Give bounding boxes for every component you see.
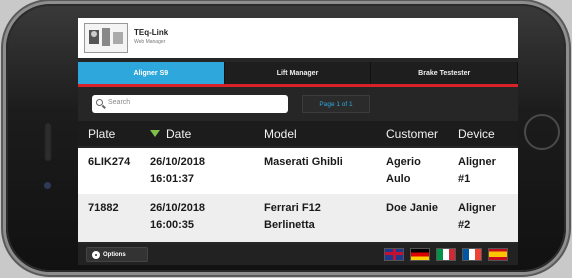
tab-bar: Aligner S9 Lift Manager Brake Testester xyxy=(78,62,518,84)
flag-de-icon[interactable] xyxy=(410,248,430,261)
gear-icon xyxy=(93,251,99,258)
table-row[interactable]: 71882 26/10/2018 16:00:35 Ferrari F12 Be… xyxy=(78,194,518,242)
device-value: Aligner xyxy=(458,156,496,168)
customer-cell: Doe Janie xyxy=(386,200,438,217)
app-name: TEq-Link xyxy=(134,28,169,37)
flag-es-icon[interactable] xyxy=(488,248,508,261)
table-row[interactable]: 6LIK274 26/10/2018 16:01:37 Maserati Ghi… xyxy=(78,148,518,194)
time-value: 16:01:37 xyxy=(150,173,195,185)
model-cell: Maserati Ghibli xyxy=(264,154,343,171)
tab-lift-manager[interactable]: Lift Manager xyxy=(225,62,372,84)
customer-value: Doe Janie xyxy=(386,202,438,214)
date-cell: 26/10/2018 16:01:37 xyxy=(150,154,205,188)
footer-bar: Options xyxy=(78,244,518,265)
language-selector xyxy=(384,248,508,261)
model-cell: Ferrari F12 Berlinetta xyxy=(264,200,321,234)
flag-fr-icon[interactable] xyxy=(462,248,482,261)
column-header-customer[interactable]: Customer xyxy=(386,127,438,141)
app-header: TEq-Link Web Manager xyxy=(78,18,518,58)
plate-cell: 6LIK274 xyxy=(88,156,131,168)
device-value: Aligner xyxy=(458,202,496,214)
table-header: Plate Date Model Customer Device xyxy=(78,121,518,146)
page-indicator[interactable]: Page 1 of 1 xyxy=(302,95,370,113)
plate-cell: 71882 xyxy=(88,202,119,214)
date-value: 26/10/2018 xyxy=(150,156,206,168)
app-screen: TEq-Link Web Manager Aligner S9 Lift Man… xyxy=(78,18,518,265)
time-value: 16:00:35 xyxy=(150,219,195,231)
column-header-date[interactable]: Date xyxy=(150,127,191,141)
flag-it-icon[interactable] xyxy=(436,248,456,261)
column-header-device[interactable]: Device xyxy=(458,127,495,141)
tab-aligner-s9[interactable]: Aligner S9 xyxy=(78,62,225,84)
options-button[interactable]: Options xyxy=(86,247,148,262)
phone-camera xyxy=(44,182,51,189)
device-cell: Aligner #2 xyxy=(458,200,496,234)
model-value: Maserati Ghibli xyxy=(264,156,343,168)
customer-value-line2: Aulo xyxy=(386,173,411,185)
column-header-date-label: Date xyxy=(166,127,192,141)
app-subtitle: Web Manager xyxy=(134,39,166,45)
phone-home-button[interactable] xyxy=(524,114,560,150)
logo-graphic-icon xyxy=(89,28,123,46)
model-value-line2: Berlinetta xyxy=(264,219,315,231)
device-value-line2: #2 xyxy=(458,219,471,231)
date-cell: 26/10/2018 16:00:35 xyxy=(150,200,205,234)
phone-frame: TEq-Link Web Manager Aligner S9 Lift Man… xyxy=(6,4,566,272)
column-header-model[interactable]: Model xyxy=(264,127,297,141)
device-cell: Aligner #1 xyxy=(458,154,496,188)
customer-cell: Agerio Aulo xyxy=(386,154,421,188)
customer-value: Agerio xyxy=(386,156,421,168)
column-header-plate[interactable]: Plate xyxy=(88,127,115,141)
search-input[interactable]: Search xyxy=(92,95,288,113)
tab-brake-testester[interactable]: Brake Testester xyxy=(371,62,518,84)
flag-uk-icon[interactable] xyxy=(384,248,404,261)
search-placeholder: Search xyxy=(108,99,131,106)
model-value: Ferrari F12 xyxy=(264,202,321,214)
options-label: Options xyxy=(103,251,126,258)
device-value-line2: #1 xyxy=(458,173,471,185)
search-icon xyxy=(96,99,103,106)
tab-underline xyxy=(78,84,518,87)
date-value: 26/10/2018 xyxy=(150,202,206,214)
phone-speaker xyxy=(44,122,52,162)
app-logo xyxy=(84,23,128,53)
sort-descending-icon xyxy=(150,130,160,137)
